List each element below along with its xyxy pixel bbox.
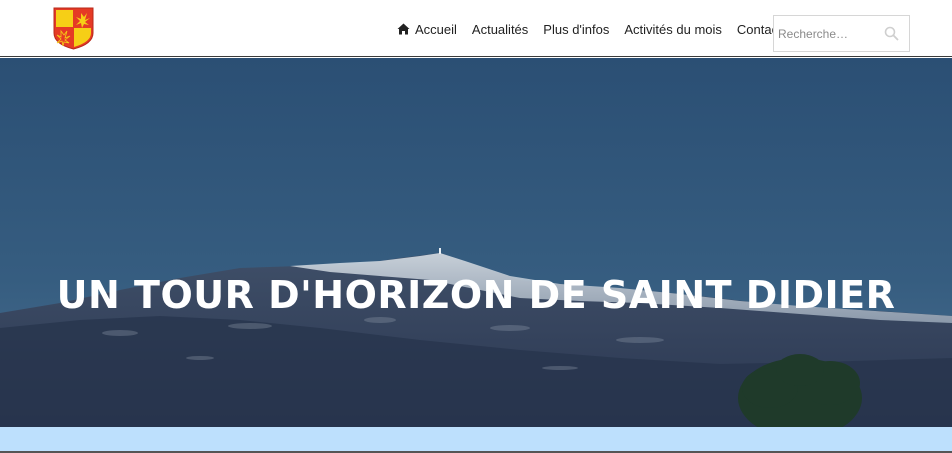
nav-item-plus-d-infos[interactable]: Plus d'infos xyxy=(543,22,609,37)
nav-label: Actualités xyxy=(471,21,529,37)
search-box xyxy=(773,15,910,52)
nav-item-accueil[interactable]: Accueil xyxy=(397,22,457,37)
hero-title: UN TOUR D'HORIZON DE SAINT DIDIER xyxy=(56,273,896,317)
search-input[interactable] xyxy=(774,16,882,51)
content-section-top xyxy=(0,427,952,453)
mountain-landscape-image xyxy=(0,58,952,427)
nav-label: Accueil xyxy=(415,21,457,37)
home-icon xyxy=(397,23,410,35)
nav-item-activites-du-mois[interactable]: Activités du mois xyxy=(624,22,722,37)
nav-label: Plus d'infos xyxy=(543,21,610,37)
nav-item-actualites[interactable]: Actualités xyxy=(472,22,528,37)
logo-icon[interactable] xyxy=(53,7,94,50)
search-icon[interactable] xyxy=(884,26,899,41)
hero-banner: UN TOUR D'HORIZON DE SAINT DIDIER xyxy=(0,58,952,427)
site-header: Accueil Actualités Plus d'infos Activité… xyxy=(0,0,952,57)
nav-label: Activités du mois xyxy=(624,21,722,37)
main-navigation: Accueil Actualités Plus d'infos Activité… xyxy=(397,20,782,38)
